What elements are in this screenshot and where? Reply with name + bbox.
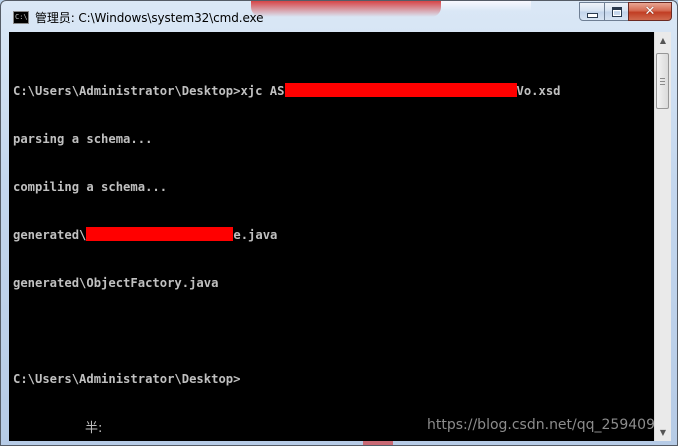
console-line: generated\ e.java	[13, 227, 561, 243]
console-line-text: generated\	[13, 228, 87, 242]
vertical-scrollbar[interactable]: ▲ ▼	[654, 32, 671, 441]
cmd-icon[interactable]: C:\	[13, 11, 29, 24]
title-blur-decoration	[251, 1, 441, 17]
bottom-blur-decoration	[363, 441, 393, 445]
window-title: 管理员: C:\Windows\system32\cmd.exe	[35, 11, 264, 25]
title-blur-decoration-light	[441, 1, 531, 11]
chevron-up-icon: ▲	[659, 36, 667, 45]
scroll-up-button[interactable]: ▲	[655, 32, 671, 49]
console-line: parsing a schema...	[13, 132, 153, 146]
maximize-button[interactable]	[604, 2, 629, 21]
chevron-down-icon: ▼	[659, 428, 667, 437]
grip-line	[660, 81, 665, 82]
scroll-down-button[interactable]: ▼	[655, 424, 671, 441]
redaction-block	[284, 83, 517, 97]
grip-line	[660, 78, 665, 79]
close-button[interactable]: ✕	[628, 2, 672, 21]
console-output: C:\Users\Administrator\Desktop>xjc AS Vo.…	[13, 51, 561, 419]
watermark: https://blog.csdn.net/qq_259409	[427, 417, 655, 433]
console-line: generated\ObjectFactory.java	[13, 276, 219, 290]
console-line: compiling a schema...	[13, 180, 168, 194]
caption-buttons: ✕	[579, 2, 672, 22]
minimize-icon	[586, 12, 598, 18]
minimize-button[interactable]	[579, 2, 605, 21]
close-icon: ✕	[644, 4, 656, 19]
maximize-icon	[611, 6, 622, 17]
redaction-block	[86, 227, 234, 241]
console-prompt: C:\Users\Administrator\Desktop>	[13, 372, 241, 386]
ime-indicator: 半:	[85, 421, 103, 436]
console-area[interactable]: C:\Users\Administrator\Desktop>xjc AS Vo.…	[9, 32, 655, 441]
title-bar[interactable]: C:\ 管理员: C:\Windows\system32\cmd.exe ✕	[1, 1, 677, 33]
console-line-text: e.java	[233, 228, 278, 242]
console-line: C:\Users\Administrator\Desktop>xjc AS Vo.…	[13, 83, 561, 99]
console-line-text: C:\Users\Administrator\Desktop>xjc AS	[13, 84, 285, 98]
cmd-window: C:\ 管理员: C:\Windows\system32\cmd.exe ✕ C…	[0, 0, 678, 446]
scroll-thumb[interactable]	[656, 53, 669, 109]
console-line-text: Vo.xsd	[516, 84, 561, 98]
grip-line	[660, 84, 665, 85]
cmd-icon-text: C:\	[15, 13, 28, 21]
